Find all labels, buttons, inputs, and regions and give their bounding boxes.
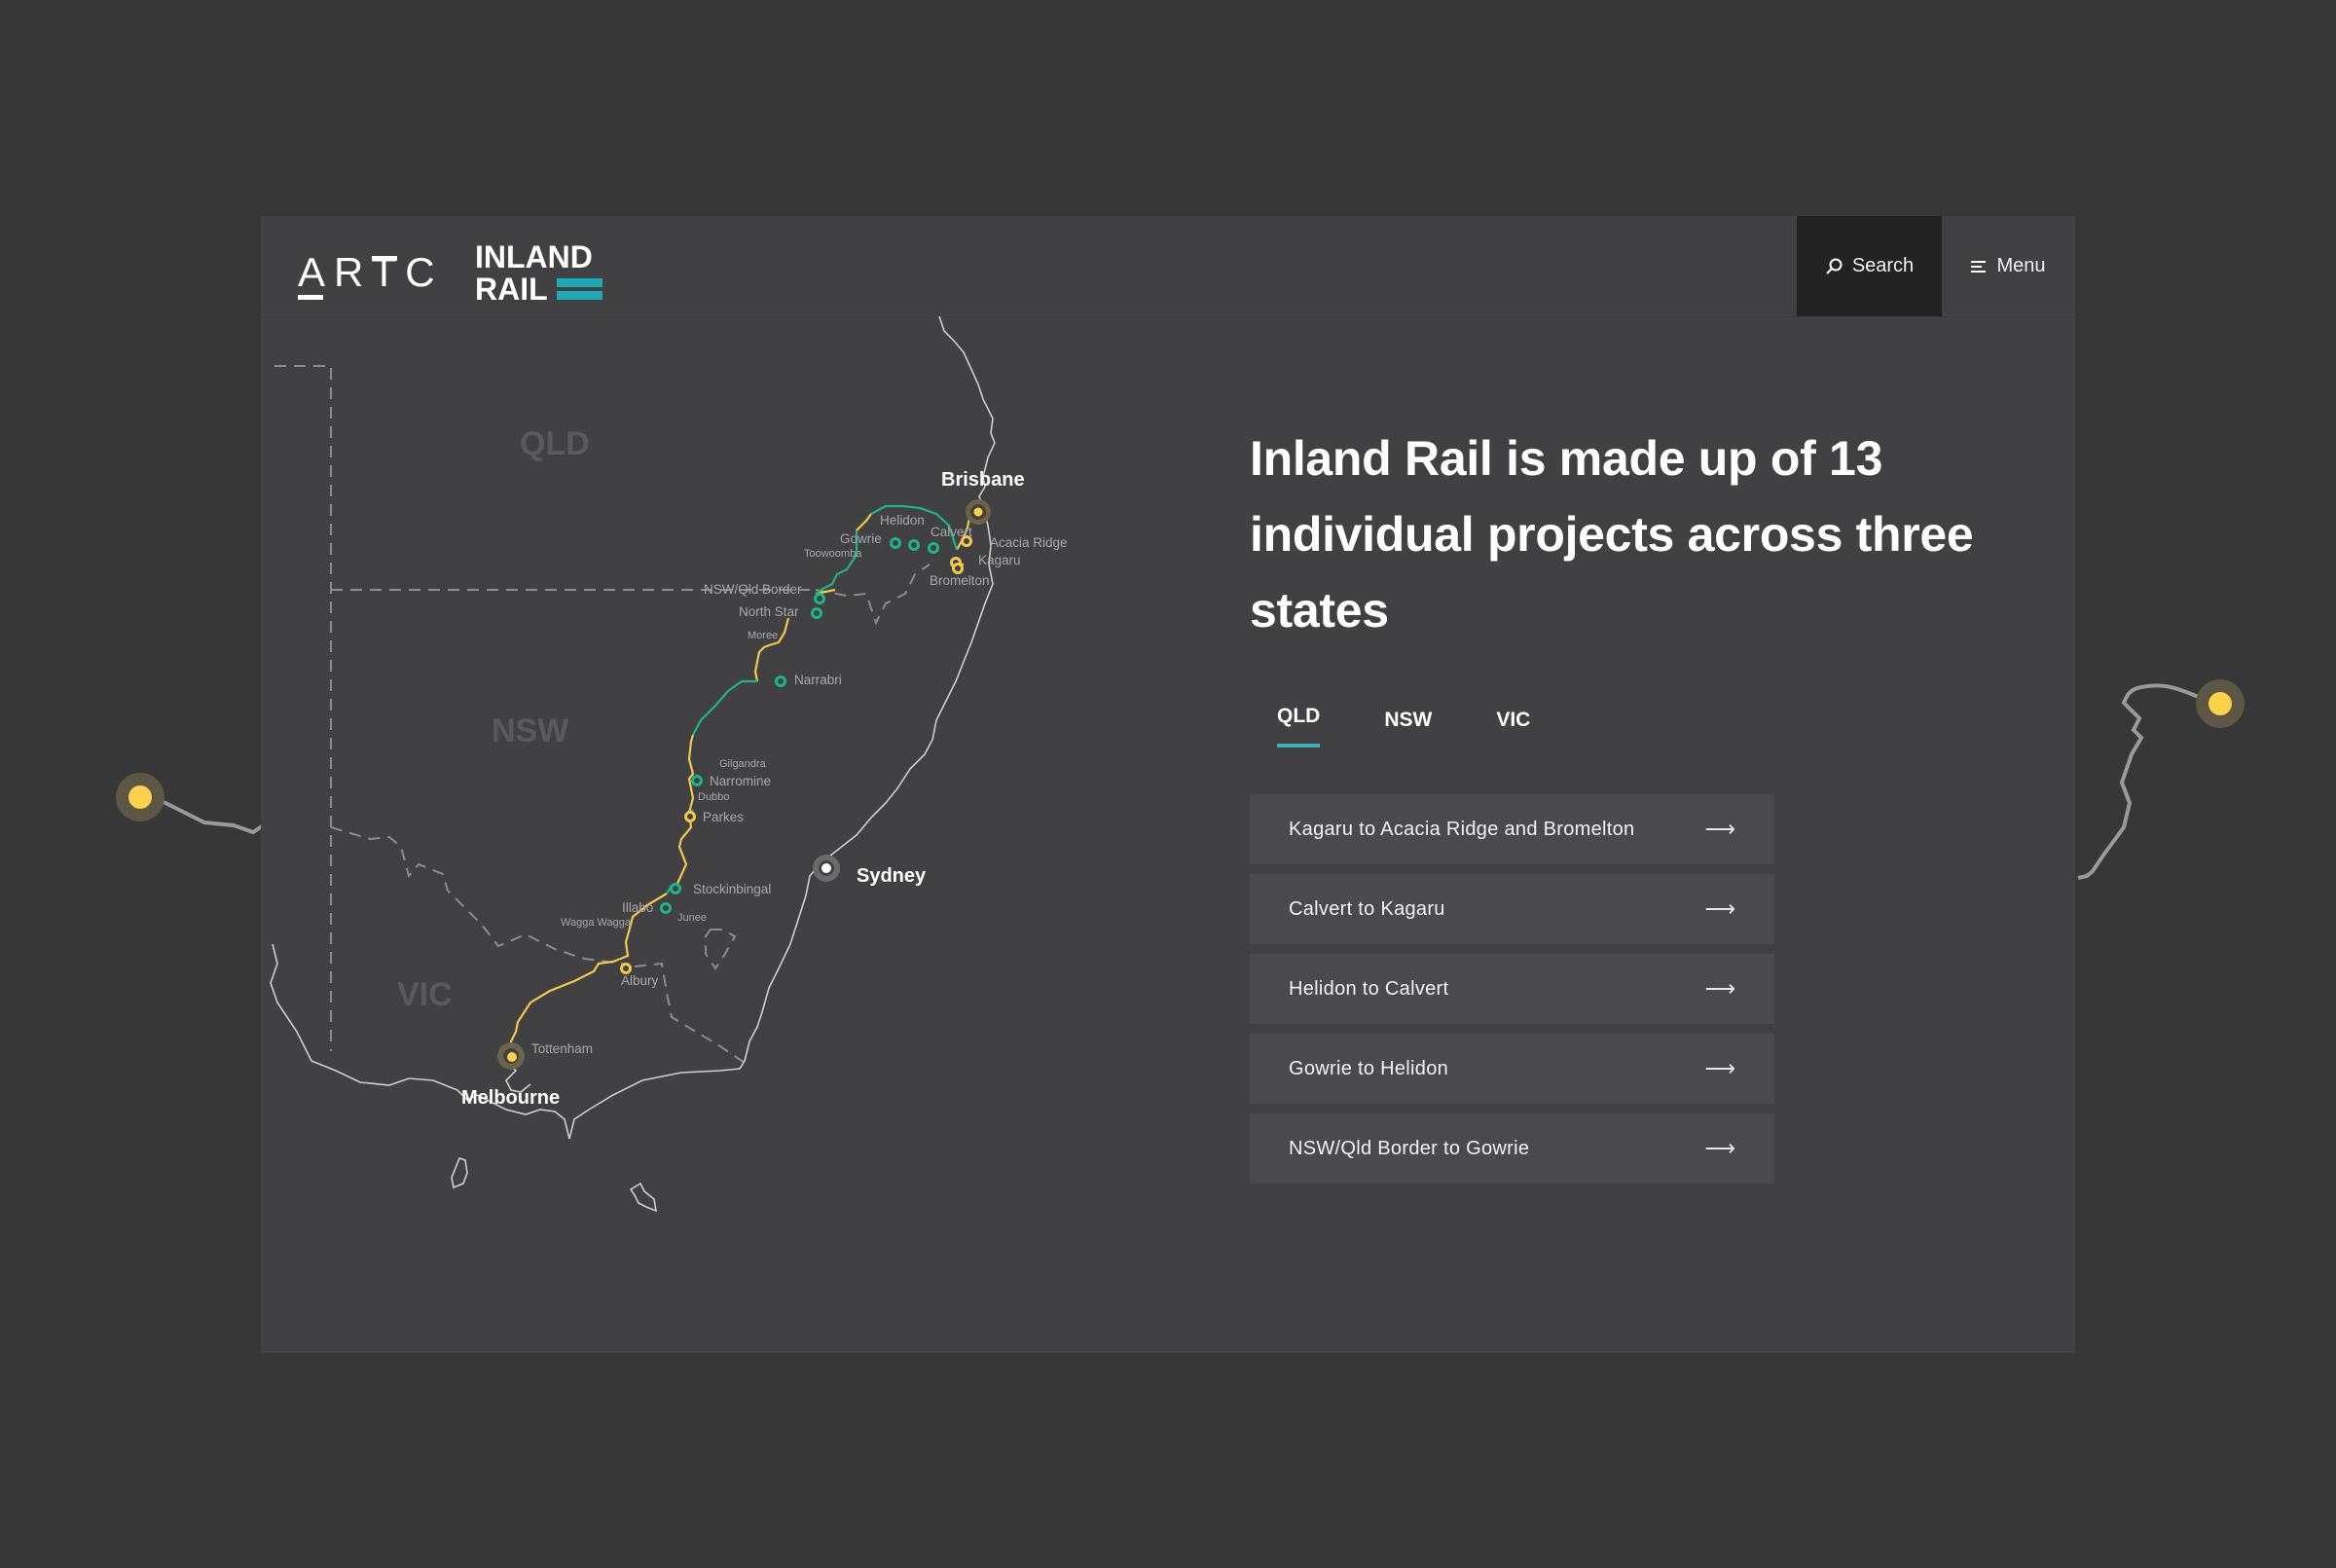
artc-logo-text: ARTC — [298, 249, 444, 295]
place-junee: Junee — [677, 912, 707, 924]
page-headline: Inland Rail is made up of 13 individual … — [1250, 431, 1974, 638]
arrow-right-icon: ⟶ — [1704, 1056, 1735, 1080]
state-label-nsw: NSW — [492, 712, 569, 749]
place-narromine: Narromine — [710, 774, 771, 788]
page-frame: ARTC INLAND RAIL Search Menu QLD NSW VIC… — [261, 216, 2075, 1353]
station-north-star — [811, 607, 822, 619]
place-narrabri: Narrabri — [794, 673, 842, 687]
place-albury: Albury — [621, 973, 659, 988]
station-helidon — [908, 539, 920, 551]
logo-inland-text: INLAND — [475, 239, 593, 274]
place-tottenham: Tottenham — [531, 1041, 593, 1056]
arrow-right-icon: ⟶ — [1704, 896, 1735, 921]
state-label-vic: VIC — [397, 976, 453, 1013]
project-link-border-gowrie[interactable]: NSW/Qld Border to Gowrie ⟶ — [1250, 1113, 1774, 1184]
station-albury — [620, 963, 632, 974]
city-label-brisbane: Brisbane — [941, 469, 1025, 491]
station-calvert-green — [928, 542, 939, 554]
place-wagga-wagga: Wagga Wagga — [561, 917, 632, 929]
station-illabo — [660, 902, 672, 914]
hamburger-icon — [1971, 260, 1987, 273]
artc-logo[interactable]: ARTC — [298, 236, 444, 304]
right-marker-dot — [2208, 692, 2232, 715]
project-label: Gowrie to Helidon — [1289, 1057, 1449, 1079]
state-tabs: QLD NSW VIC — [1277, 705, 2028, 748]
search-icon — [1826, 258, 1843, 274]
sydney-marker-dot — [821, 863, 831, 873]
place-nsw-qld-border: NSW/Qld Border — [704, 582, 802, 597]
place-kagaru: Kagaru — [978, 553, 1021, 567]
menu-label: Menu — [1996, 255, 2046, 276]
project-label: Calvert to Kagaru — [1289, 897, 1445, 920]
project-list: Kagaru to Acacia Ridge and Bromelton ⟶ C… — [1250, 794, 2028, 1184]
project-link-gowrie-helidon[interactable]: Gowrie to Helidon ⟶ — [1250, 1034, 1774, 1104]
place-gilgandra: Gilgandra — [719, 758, 767, 770]
decorative-route-left — [116, 773, 270, 835]
city-label-sydney: Sydney — [857, 865, 927, 887]
place-moree: Moree — [748, 630, 778, 641]
coastline — [270, 316, 996, 1213]
state-borders — [274, 365, 931, 1064]
tab-nsw[interactable]: NSW — [1384, 709, 1432, 748]
place-illabo: Illabo — [622, 900, 653, 915]
station-narromine — [691, 775, 703, 786]
project-link-kagaru-acacia-ridge-bromelton[interactable]: Kagaru to Acacia Ridge and Bromelton ⟶ — [1250, 794, 1774, 864]
arrow-right-icon: ⟶ — [1704, 817, 1735, 841]
place-helidon: Helidon — [880, 513, 925, 528]
site-header: ARTC INLAND RAIL Search Menu — [261, 216, 2075, 317]
new-track — [666, 504, 959, 894]
place-stockinbingal: Stockinbingal — [693, 882, 771, 896]
state-label-qld: QLD — [520, 425, 590, 462]
station-parkes — [684, 811, 696, 822]
place-toowoomba: Toowoomba — [804, 548, 862, 560]
place-dubbo: Dubbo — [698, 791, 729, 803]
project-label: NSW/Qld Border to Gowrie — [1289, 1137, 1530, 1159]
city-label-melbourne: Melbourne — [461, 1087, 560, 1109]
search-label: Search — [1851, 255, 1915, 276]
logo-rail-text: RAIL — [475, 272, 548, 304]
project-link-helidon-calvert[interactable]: Helidon to Calvert ⟶ — [1250, 954, 1774, 1024]
left-marker-dot — [128, 785, 152, 809]
station-stockinbingal — [670, 883, 681, 894]
place-north-star: North Star — [739, 604, 799, 619]
place-bromelton: Bromelton — [930, 573, 990, 588]
inland-rail-map: QLD NSW VIC Brisbane Sydney Melbourne He… — [270, 316, 1068, 1213]
place-acacia-ridge: Acacia Ridge — [990, 535, 1068, 550]
arrow-right-icon: ⟶ — [1704, 1136, 1735, 1160]
melbourne-marker-dot — [507, 1052, 517, 1062]
inland-rail-logo[interactable]: INLAND RAIL — [475, 236, 611, 304]
place-calvert: Calvert — [931, 525, 972, 539]
brisbane-marker-dot — [973, 507, 983, 517]
decorative-route-right — [2077, 679, 2245, 880]
projects-panel: Inland Rail is made up of 13 individual … — [1250, 420, 2028, 1193]
station-narrabri — [775, 675, 786, 687]
place-gowrie: Gowrie — [840, 531, 882, 546]
station-gowrie — [890, 537, 901, 549]
project-label: Kagaru to Acacia Ridge and Bromelton — [1289, 818, 1635, 840]
menu-button[interactable]: Menu — [1942, 216, 2075, 316]
project-label: Helidon to Calvert — [1289, 977, 1449, 1000]
search-button[interactable]: Search — [1797, 216, 1942, 316]
project-link-calvert-kagaru[interactable]: Calvert to Kagaru ⟶ — [1250, 874, 1774, 944]
station-bromelton — [952, 563, 964, 574]
tab-vic[interactable]: VIC — [1496, 709, 1530, 748]
arrow-right-icon: ⟶ — [1704, 976, 1735, 1001]
place-parkes: Parkes — [703, 810, 744, 824]
tab-qld[interactable]: QLD — [1277, 705, 1321, 748]
station-border — [814, 593, 825, 604]
